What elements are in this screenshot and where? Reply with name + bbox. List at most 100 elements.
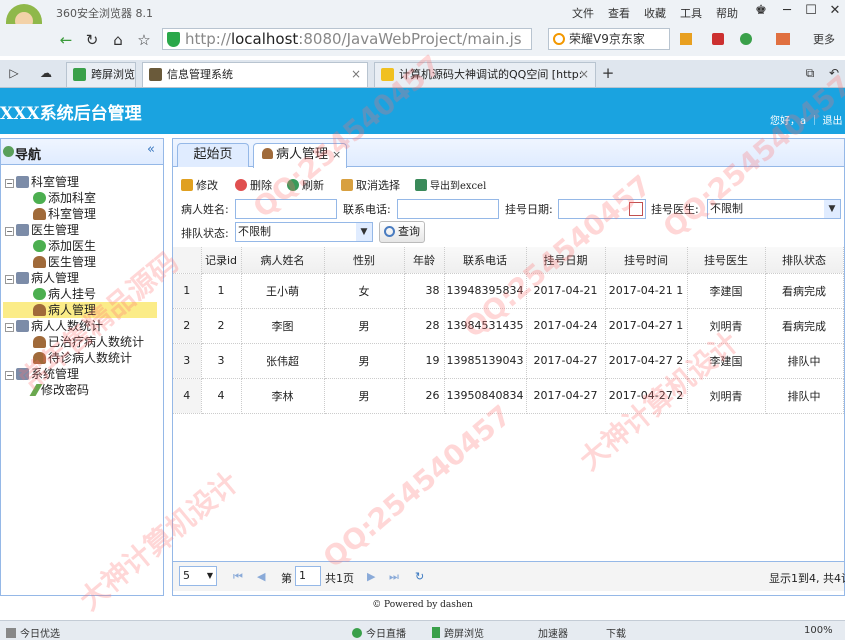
tree-group-system[interactable]: − 系统管理 xyxy=(5,366,79,382)
status-cross-screen[interactable]: 跨屏浏览 xyxy=(432,625,484,640)
collapse-toggle-icon[interactable]: − xyxy=(5,275,14,284)
tree-group-doctor[interactable]: − 医生管理 xyxy=(5,222,79,238)
cell-sex: 男 xyxy=(324,378,405,414)
first-page-icon[interactable]: ⏮ xyxy=(233,570,243,584)
col-header-sex[interactable]: 性别 xyxy=(324,247,405,274)
cloud-icon[interactable]: ☁ xyxy=(36,63,56,83)
tab-home[interactable]: 起始页 xyxy=(177,143,249,167)
browser-tab-info-system[interactable]: 信息管理系统 × xyxy=(142,62,368,87)
menu-file[interactable]: 文件 xyxy=(572,5,594,21)
col-header-id[interactable]: 记录id xyxy=(201,247,242,274)
tree-item-patient-register[interactable]: 病人挂号 xyxy=(33,286,96,302)
collapse-toggle-icon[interactable]: − xyxy=(5,323,14,332)
query-button[interactable]: 查询 xyxy=(379,221,425,243)
menu-help[interactable]: 帮助 xyxy=(716,5,738,21)
phone-input[interactable] xyxy=(397,199,499,219)
date-input[interactable] xyxy=(558,199,646,219)
calendar-icon[interactable] xyxy=(629,202,643,216)
tree-item-dept-manage[interactable]: 科室管理 xyxy=(33,206,96,222)
reload-icon[interactable]: ↻ xyxy=(82,30,102,50)
status-accelerator[interactable]: 加速器 xyxy=(538,625,568,640)
close-tab-icon[interactable]: × xyxy=(351,63,361,86)
menu-favorites[interactable]: 收藏 xyxy=(644,5,666,21)
refresh-button[interactable]: 刷新 xyxy=(287,177,324,193)
prev-page-icon[interactable]: ◀ xyxy=(257,570,265,583)
collapse-toggle-icon[interactable]: − xyxy=(5,227,14,236)
collapse-toggle-icon[interactable]: − xyxy=(5,179,14,188)
phone-label: 联系电话: xyxy=(343,203,391,216)
tree-item-add-doctor[interactable]: 添加医生 xyxy=(33,238,96,254)
status-live[interactable]: 今日直播 xyxy=(352,625,406,640)
status-download[interactable]: 下载 xyxy=(606,625,626,640)
new-tab-icon[interactable]: + xyxy=(598,63,618,83)
queue-status-select[interactable]: 不限制 ▼ xyxy=(235,222,373,242)
cancel-select-button[interactable]: 取消选择 xyxy=(341,177,400,193)
more-extensions[interactable]: 更多 xyxy=(813,31,835,47)
folder-icon xyxy=(16,320,29,332)
tree-item-doctor-manage[interactable]: 医生管理 xyxy=(33,254,96,270)
undo-close-icon[interactable]: ↶ xyxy=(824,63,844,83)
export-excel-button[interactable]: 导出到excel xyxy=(415,177,486,192)
collapse-toggle-icon[interactable]: − xyxy=(5,371,14,380)
next-page-icon[interactable]: ▶ xyxy=(367,570,375,583)
tab-patient-manage[interactable]: 病人管理 × xyxy=(253,143,347,168)
page-size-select[interactable]: 5 ▼ xyxy=(179,566,217,586)
user-icon xyxy=(33,304,46,316)
last-page-icon[interactable]: ⏭ xyxy=(389,570,399,584)
address-bar[interactable]: http://localhost:8080/JavaWebProject/mai… xyxy=(162,28,532,50)
col-header-doctor[interactable]: 挂号医生 xyxy=(687,247,766,274)
tree-group-dept[interactable]: − 科室管理 xyxy=(5,174,79,190)
col-header-date[interactable]: 挂号日期 xyxy=(526,247,606,274)
tree-item-patient-manage[interactable]: 病人管理 xyxy=(3,302,157,318)
tree-item-add-dept[interactable]: 添加科室 xyxy=(33,190,96,206)
doctor-select[interactable]: 不限制 ▼ xyxy=(707,199,841,219)
maximize-icon[interactable]: ☐ xyxy=(802,2,820,20)
tree-group-patient[interactable]: − 病人管理 xyxy=(5,270,79,286)
col-header-phone[interactable]: 联系电话 xyxy=(444,247,527,274)
cell-id: 3 xyxy=(201,343,242,379)
col-header-status[interactable]: 排队状态 xyxy=(765,247,844,274)
restore-tab-icon[interactable]: ⧉ xyxy=(800,63,820,83)
patient-name-input[interactable] xyxy=(235,199,337,219)
close-window-icon[interactable]: ✕ xyxy=(826,2,844,20)
minimize-icon[interactable]: ─ xyxy=(778,2,796,20)
reload-icon[interactable]: ↻ xyxy=(415,570,424,583)
browser-tab-qq-space[interactable]: 计算机源码大神调试的QQ空间 [http: × xyxy=(374,62,596,87)
close-tab-icon[interactable]: × xyxy=(332,148,341,161)
tree-item-treated-stats[interactable]: 已治疗病人数统计 xyxy=(33,334,144,350)
back-icon[interactable]: ← xyxy=(56,30,76,50)
edit-button[interactable]: 修改 xyxy=(181,177,218,193)
collapse-icon[interactable]: « xyxy=(147,142,155,157)
extension-icon[interactable] xyxy=(712,33,724,45)
search-box[interactable]: 荣耀V9京东家 xyxy=(548,28,670,50)
home-icon[interactable]: ⌂ xyxy=(108,30,128,50)
chevron-down-icon: ▼ xyxy=(824,200,840,218)
col-header-name[interactable]: 病人姓名 xyxy=(241,247,325,274)
table-row[interactable]: 4 4 李林 男 26 13950840834 2017-04-27 2017-… xyxy=(173,378,844,414)
browser-tab-cross-screen[interactable]: 跨屏浏览 xyxy=(66,62,136,87)
sidebar-toggle-icon[interactable]: ▷ xyxy=(4,63,24,83)
add-icon xyxy=(33,288,46,300)
table-row[interactable]: 2 2 李图 男 28 13984531435 2017-04-24 2017-… xyxy=(173,308,844,344)
welcome-logout[interactable]: 您好，a ｜ 退出 xyxy=(770,112,843,127)
col-header-time[interactable]: 挂号时间 xyxy=(605,247,688,274)
menu-tools[interactable]: 工具 xyxy=(680,5,702,21)
menu-view[interactable]: 查看 xyxy=(608,5,630,21)
skin-icon[interactable]: ♚ xyxy=(752,2,770,20)
delete-button[interactable]: 删除 xyxy=(235,177,272,193)
tree-item-change-password[interactable]: 修改密码 xyxy=(29,382,89,398)
tree-group-stats[interactable]: − 病人人数统计 xyxy=(5,318,103,334)
table-row[interactable]: 3 3 张伟超 男 19 13985139043 2017-04-27 2017… xyxy=(173,343,844,379)
translate-icon[interactable] xyxy=(740,33,752,45)
table-row[interactable]: 1 1 王小萌 女 38 13948395834 2017-04-21 2017… xyxy=(173,273,844,309)
status-zoom[interactable]: 100% xyxy=(804,625,833,636)
url-text[interactable]: http://localhost:8080/JavaWebProject/mai… xyxy=(185,30,522,48)
favorite-star-icon[interactable]: ☆ xyxy=(134,30,154,50)
tree-item-waiting-stats[interactable]: 待诊病人数统计 xyxy=(33,350,132,366)
col-header-age[interactable]: 年龄 xyxy=(404,247,445,274)
adblock-icon[interactable] xyxy=(776,33,790,45)
status-today-picks[interactable]: 今日优选 xyxy=(6,625,60,640)
close-tab-icon[interactable]: × xyxy=(579,63,589,86)
apps-grid-icon[interactable] xyxy=(680,33,692,45)
page-number-input[interactable]: 1 xyxy=(295,566,321,586)
